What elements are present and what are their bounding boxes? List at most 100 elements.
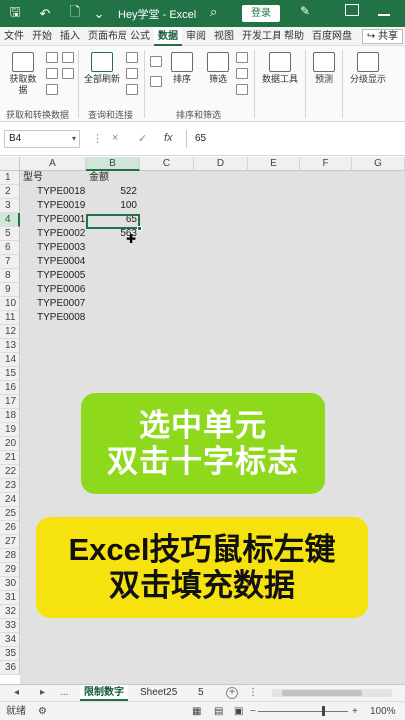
row-header[interactable]: 24 xyxy=(0,493,20,507)
scrollbar-thumb[interactable] xyxy=(282,690,362,696)
row-header[interactable]: 28 xyxy=(0,549,20,563)
sheet-tab-sheet25[interactable]: Sheet25 xyxy=(136,685,181,701)
data-tools-button[interactable]: 数据工具 xyxy=(258,52,302,85)
existing-connections-icon[interactable] xyxy=(62,68,74,79)
from-table-icon[interactable] xyxy=(46,84,58,95)
cell-a8[interactable]: TYPE0005 xyxy=(22,269,85,283)
minimize-icon[interactable] xyxy=(378,14,390,16)
pen-icon[interactable]: ✎ xyxy=(300,4,310,18)
ribbon-display-icon[interactable] xyxy=(345,4,359,16)
get-data-button[interactable]: 获取数据 xyxy=(6,52,40,96)
row-header[interactable]: 12 xyxy=(0,325,20,339)
sheet-tab-more[interactable]: 5 xyxy=(194,685,208,701)
zoom-out-icon[interactable]: − xyxy=(250,702,256,720)
tab-baidu[interactable]: 百度网盘 xyxy=(308,27,352,46)
recent-sources-icon[interactable] xyxy=(62,52,74,63)
forecast-button[interactable]: 预测 xyxy=(310,52,338,85)
sheet-tab-active[interactable]: 限制数字 xyxy=(80,685,128,701)
chevron-down-icon[interactable]: ▾ xyxy=(72,131,76,147)
row-header[interactable]: 14 xyxy=(0,353,20,367)
row-header[interactable]: 23 xyxy=(0,479,20,493)
sort-button[interactable]: 排序 xyxy=(168,52,196,85)
save-icon[interactable]: 🖫 xyxy=(4,0,26,27)
page-break-view-icon[interactable]: ▣ xyxy=(234,702,243,720)
row-header[interactable]: 31 xyxy=(0,591,20,605)
column-header-d[interactable]: D xyxy=(194,157,248,171)
cell-a11[interactable]: TYPE0008 xyxy=(22,311,85,325)
row-header[interactable]: 7 xyxy=(0,255,20,269)
row-header[interactable]: 11 xyxy=(0,311,20,325)
accessibility-icon[interactable]: ⚙ xyxy=(38,702,47,720)
undo-icon[interactable]: ↶ xyxy=(34,0,56,27)
zoom-in-icon[interactable]: + xyxy=(352,702,358,720)
row-header[interactable]: 16 xyxy=(0,381,20,395)
cell-a6[interactable]: TYPE0003 xyxy=(22,241,85,255)
row-header[interactable]: 10 xyxy=(0,297,20,311)
scroll-right-icon[interactable]: ▸ xyxy=(40,685,45,701)
cell-b3[interactable]: 100 xyxy=(86,199,140,213)
row-header[interactable]: 13 xyxy=(0,339,20,353)
filter-button[interactable]: 筛选 xyxy=(204,52,232,85)
column-header-a[interactable]: A xyxy=(20,157,86,171)
outline-button[interactable]: 分级显示 xyxy=(346,52,390,85)
zoom-level[interactable]: 100% xyxy=(370,702,396,720)
from-web-icon[interactable] xyxy=(46,68,58,79)
quick-access-more-icon[interactable]: ⌄ xyxy=(88,0,110,27)
cell-a4[interactable]: TYPE0001 xyxy=(22,213,85,227)
more-options-icon[interactable]: ⋮ xyxy=(248,685,258,701)
tab-view[interactable]: 视图 xyxy=(210,27,238,46)
cell-b1[interactable]: 金额 xyxy=(89,171,109,185)
sort-za-icon[interactable] xyxy=(150,76,162,87)
row-header[interactable]: 5 xyxy=(0,227,20,241)
row-header[interactable]: 25 xyxy=(0,507,20,521)
row-header[interactable]: 19 xyxy=(0,423,20,437)
fill-handle[interactable] xyxy=(137,226,142,231)
name-box[interactable]: B4 ▾ xyxy=(4,130,80,148)
row-header[interactable]: 15 xyxy=(0,367,20,381)
refresh-all-button[interactable]: 全部刷新 xyxy=(82,52,122,85)
properties-icon[interactable] xyxy=(126,68,138,79)
insert-function-icon[interactable]: fx xyxy=(164,132,173,144)
cell-a5[interactable]: TYPE0002 xyxy=(22,227,85,241)
clear-filter-icon[interactable] xyxy=(236,52,248,63)
row-header[interactable]: 8 xyxy=(0,269,20,283)
row-header[interactable]: 20 xyxy=(0,437,20,451)
column-header-e[interactable]: E xyxy=(248,157,300,171)
select-all-corner[interactable] xyxy=(0,157,20,171)
add-sheet-button[interactable]: + xyxy=(226,687,238,699)
row-header[interactable]: 1 xyxy=(0,171,20,185)
row-header[interactable]: 34 xyxy=(0,633,20,647)
tab-insert[interactable]: 插入 xyxy=(56,27,84,46)
cell-a7[interactable]: TYPE0004 xyxy=(22,255,85,269)
row-header[interactable]: 21 xyxy=(0,451,20,465)
row-header[interactable]: 29 xyxy=(0,563,20,577)
formula-input[interactable]: 65 xyxy=(186,130,401,148)
share-button[interactable]: ↪ 共享 xyxy=(361,29,403,44)
row-header[interactable]: 33 xyxy=(0,619,20,633)
row-header[interactable]: 27 xyxy=(0,535,20,549)
column-header-f[interactable]: F xyxy=(300,157,352,171)
sheet-ellipsis[interactable]: ... xyxy=(60,685,68,701)
tab-home[interactable]: 开始 xyxy=(28,27,56,46)
cell-b2[interactable]: 522 xyxy=(86,185,140,199)
row-header[interactable]: 9 xyxy=(0,283,20,297)
tab-data[interactable]: 数据 xyxy=(154,26,182,46)
row-header[interactable]: 35 xyxy=(0,647,20,661)
row-header[interactable]: 17 xyxy=(0,395,20,409)
horizontal-scrollbar[interactable] xyxy=(272,689,392,697)
row-header[interactable]: 36 xyxy=(0,661,20,675)
tab-file[interactable]: 文件 xyxy=(0,27,28,46)
from-text-icon[interactable] xyxy=(46,52,58,63)
cell-a9[interactable]: TYPE0006 xyxy=(22,283,85,297)
tab-help[interactable]: 帮助 xyxy=(280,27,308,46)
confirm-icon[interactable]: ✓ xyxy=(138,132,147,145)
tab-page-layout[interactable]: 页面布局 xyxy=(84,27,126,46)
row-header[interactable]: 4 xyxy=(0,213,20,227)
row-header[interactable]: 6 xyxy=(0,241,20,255)
advanced-filter-icon[interactable] xyxy=(236,84,248,95)
column-header-g[interactable]: G xyxy=(352,157,405,171)
sort-az-icon[interactable] xyxy=(150,56,162,67)
row-header[interactable]: 30 xyxy=(0,577,20,591)
search-icon[interactable]: ⌕ xyxy=(210,4,217,20)
tab-review[interactable]: 审阅 xyxy=(182,27,210,46)
